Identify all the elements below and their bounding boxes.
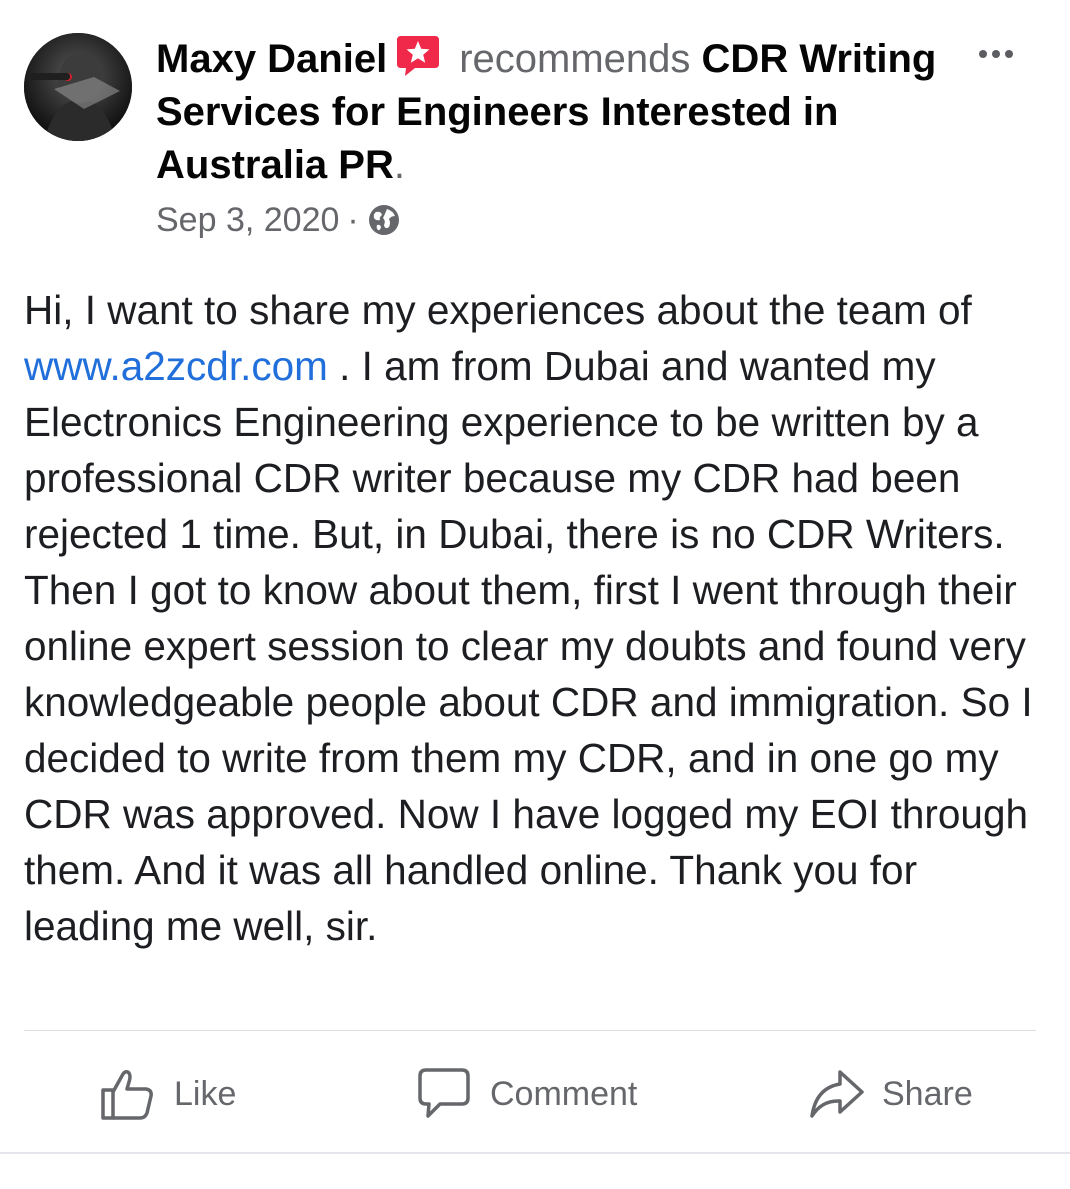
more-options-icon[interactable]: [968, 42, 1024, 66]
comment-label: Comment: [490, 1074, 638, 1113]
share-button[interactable]: Share: [808, 1058, 973, 1130]
post-meta: Sep 3, 2020 ·: [156, 198, 401, 242]
dot: [992, 50, 1000, 58]
post-body-text-continued: . I am from Dubai and wanted my Electron…: [24, 343, 1033, 949]
recommends-verb: recommends: [459, 37, 691, 81]
recommend-star-icon: [397, 36, 440, 76]
dot: [979, 50, 987, 58]
divider: [24, 1030, 1036, 1031]
post-bottom-border: [0, 1152, 1070, 1154]
share-arrow-icon: [810, 1070, 864, 1118]
post-body: Hi, I want to share my experiences about…: [24, 282, 1054, 954]
website-link[interactable]: www.a2zcdr.com: [24, 343, 328, 389]
header-period: .: [393, 143, 405, 187]
comment-button[interactable]: Comment: [416, 1058, 637, 1130]
like-button[interactable]: Like: [100, 1058, 236, 1130]
meta-separator: ·: [347, 200, 359, 239]
like-label: Like: [174, 1074, 237, 1113]
action-bar: Like Comment Share: [0, 1058, 1070, 1130]
speech-bubble-icon: [418, 1068, 470, 1118]
globe-icon[interactable]: [367, 203, 401, 237]
avatar-image: [24, 33, 132, 141]
author-name[interactable]: Maxy Daniel: [156, 37, 387, 81]
author-avatar[interactable]: [24, 33, 132, 141]
share-label: Share: [882, 1074, 973, 1113]
post-date[interactable]: Sep 3, 2020: [156, 201, 339, 240]
thumbs-up-icon: [101, 1069, 153, 1120]
post-body-text: Hi, I want to share my experiences about…: [24, 287, 972, 333]
dot: [1005, 50, 1013, 58]
post-header: Maxy Daniel recommends CDR Writing Servi…: [156, 32, 956, 192]
